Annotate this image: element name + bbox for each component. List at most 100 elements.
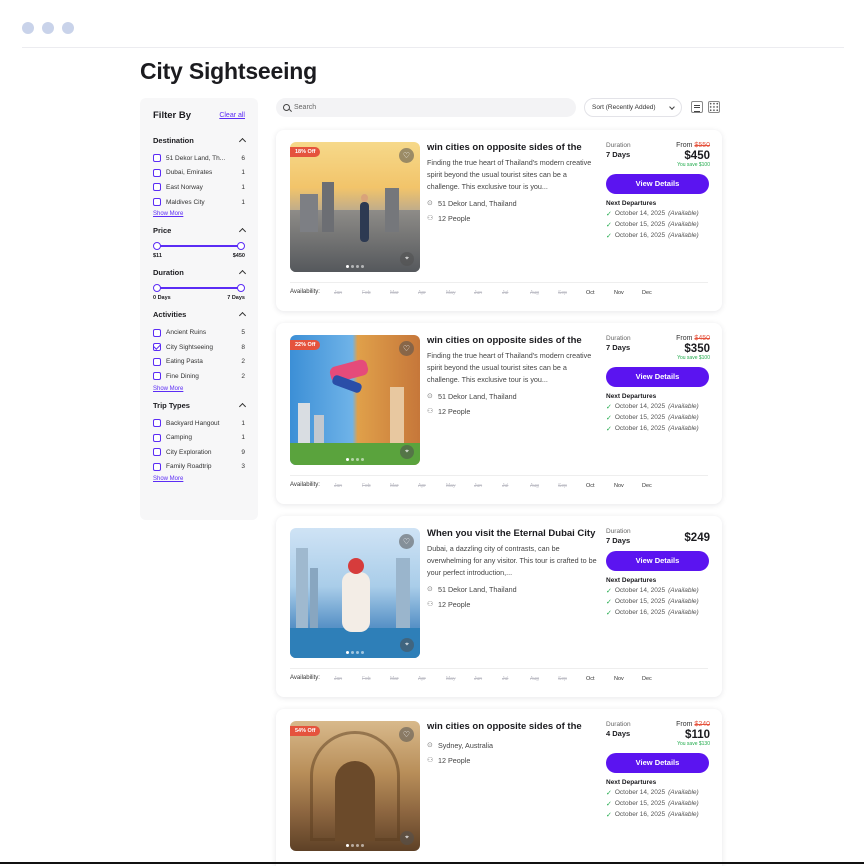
checkbox[interactable] [153,462,161,471]
heart-icon[interactable]: ♡ [399,534,414,549]
slider-max-handle[interactable] [237,242,245,251]
trip-types-header[interactable]: Trip Types [153,401,247,410]
pager-dot[interactable] [356,651,359,654]
slider-max-handle[interactable] [237,284,245,293]
checkbox[interactable] [153,433,161,442]
tour-title[interactable]: win cities on opposite sides of the [427,142,597,154]
availability-month[interactable]: Sep [558,482,586,489]
availability-month[interactable]: Aug [530,289,558,296]
tour-card[interactable]: ♡ ⌖ When you visit the Eternal Dubai City D… [276,516,722,697]
list-view-icon[interactable] [691,101,703,113]
availability-month[interactable]: Oct [586,289,614,296]
show-more-link[interactable]: Show More [153,211,183,217]
heart-icon[interactable]: ♡ [399,148,414,163]
availability-month[interactable]: Feb [362,482,390,489]
checkbox[interactable] [153,357,161,366]
availability-month[interactable]: Feb [362,289,390,296]
checkbox[interactable] [153,154,161,163]
window-dot-icon[interactable] [22,22,34,34]
filter-option[interactable]: East Norway 1 [153,180,245,195]
availability-month[interactable]: Jan [334,289,362,296]
price-range-slider[interactable] [153,241,245,251]
availability-month[interactable]: Oct [586,482,614,489]
availability-month[interactable]: Oct [586,675,614,682]
availability-month[interactable]: Apr [418,482,446,489]
availability-month[interactable]: Apr [418,675,446,682]
availability-month[interactable]: Dec [642,675,670,682]
filter-option[interactable]: Maldives City 1 [153,195,245,210]
chevron-up-icon[interactable] [238,312,247,320]
filter-option[interactable]: Dubai, Emirates 1 [153,166,245,181]
availability-month[interactable]: Sep [558,289,586,296]
filter-option[interactable]: City Sightseeing 8 [153,340,245,355]
pager-dot[interactable] [351,844,354,847]
tour-image[interactable]: 18% Off ♡ ⌖ [290,142,420,272]
filter-option[interactable]: Backyard Hangout 1 [153,416,245,431]
availability-month[interactable]: Jan [334,675,362,682]
pager-dot[interactable] [346,458,349,461]
pager-dot[interactable] [351,651,354,654]
tour-image[interactable]: 22% Off ♡ ⌖ [290,335,420,465]
pager-dot[interactable] [361,265,364,268]
view-details-button[interactable]: View Details [606,174,709,194]
price-header[interactable]: Price [153,226,247,236]
checkbox[interactable] [153,198,161,207]
show-more-link[interactable]: Show More [153,476,183,482]
pager-dot[interactable] [356,844,359,847]
pager-dot[interactable] [346,844,349,847]
sort-dropdown[interactable]: Sort (Recently Added) [584,98,682,117]
chevron-up-icon[interactable] [238,402,247,410]
pager-dot[interactable] [356,458,359,461]
heart-icon[interactable]: ♡ [399,727,414,742]
availability-month[interactable]: Jan [334,482,362,489]
map-pin-icon[interactable]: ⌖ [400,445,414,459]
availability-month[interactable]: Aug [530,675,558,682]
filter-option[interactable]: Eating Pasta 2 [153,355,245,370]
grid-view-icon[interactable] [708,101,720,113]
checkbox[interactable] [153,168,161,177]
duration-range-slider[interactable] [153,283,245,293]
search-input[interactable]: Search [276,98,576,117]
chevron-up-icon[interactable] [238,137,247,146]
availability-month[interactable]: May [446,289,474,296]
filter-option[interactable]: 51 Dekor Land, Th... 6 [153,151,245,166]
availability-month[interactable]: Nov [614,482,642,489]
pager-dot[interactable] [361,844,364,847]
availability-month[interactable]: Jul [502,482,530,489]
availability-month[interactable]: Dec [642,482,670,489]
availability-month[interactable]: Jun [474,482,502,489]
pager-dot[interactable] [351,265,354,268]
duration-header[interactable]: Duration [153,268,247,278]
filter-option[interactable]: Ancient Ruins 5 [153,325,245,340]
filter-option[interactable]: Fine Dining 2 [153,369,245,384]
availability-month[interactable]: Aug [530,482,558,489]
map-pin-icon[interactable]: ⌖ [400,252,414,266]
checkbox[interactable] [153,183,161,192]
show-more-link[interactable]: Show More [153,386,183,392]
destination-header[interactable]: Destination [153,136,247,146]
availability-month[interactable]: Jul [502,675,530,682]
checkbox[interactable] [153,448,161,457]
availability-month[interactable]: Nov [614,289,642,296]
availability-month[interactable]: Mar [390,482,418,489]
pager-dot[interactable] [356,265,359,268]
filter-option[interactable]: Camping 1 [153,430,245,445]
tour-card[interactable]: 54% Off ♡ ⌖ win cities on opposite sides of… [276,709,722,866]
tour-card[interactable]: 18% Off ♡ ⌖ win cities on opposite sides of… [276,130,722,311]
checkbox[interactable] [153,343,161,352]
clear-all-link[interactable]: Clear all [219,112,245,119]
filter-option[interactable]: City Exploration 9 [153,445,245,460]
availability-month[interactable]: May [446,482,474,489]
map-pin-icon[interactable]: ⌖ [400,831,414,845]
availability-month[interactable]: Jun [474,289,502,296]
pager-dot[interactable] [351,458,354,461]
slider-min-handle[interactable] [153,242,161,251]
tour-image[interactable]: ♡ ⌖ [290,528,420,658]
availability-month[interactable]: Nov [614,675,642,682]
pager-dot[interactable] [346,651,349,654]
tour-title[interactable]: win cities on opposite sides of the [427,721,597,733]
checkbox[interactable] [153,328,161,337]
availability-month[interactable]: Mar [390,289,418,296]
window-dot-icon[interactable] [42,22,54,34]
chevron-up-icon[interactable] [238,270,247,278]
